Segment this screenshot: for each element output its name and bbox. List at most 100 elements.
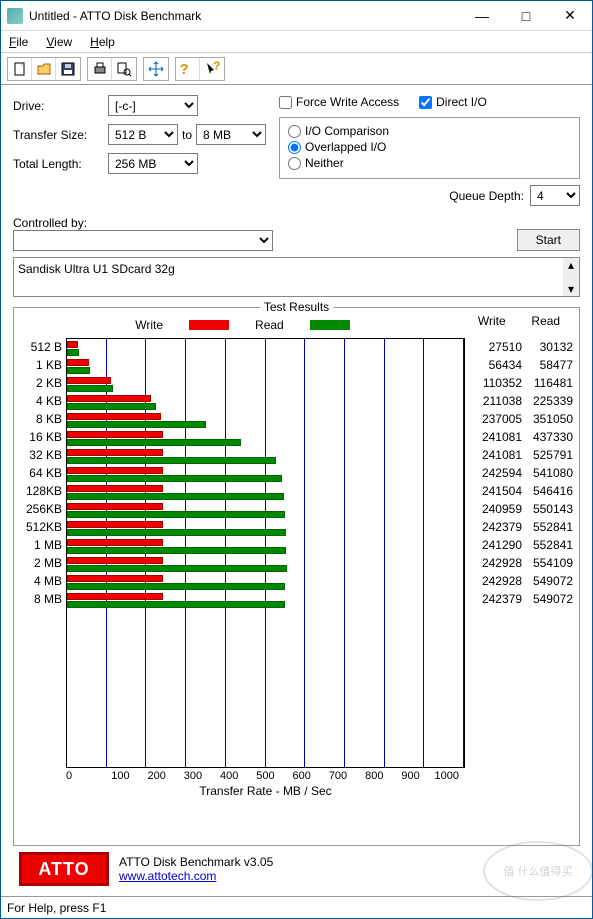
app-icon: [7, 8, 23, 24]
to-label: to: [182, 128, 192, 142]
write-bar: [67, 359, 89, 366]
read-bar: [67, 547, 286, 554]
write-bar: [67, 395, 151, 402]
menu-file[interactable]: File: [9, 35, 28, 49]
read-bar: [67, 457, 276, 464]
write-bar: [67, 485, 163, 492]
titlebar: Untitled - ATTO Disk Benchmark — □ ✕: [1, 1, 592, 31]
read-bar: [67, 583, 285, 590]
minimize-button[interactable]: —: [460, 1, 504, 30]
statusbar: For Help, press F1: [1, 896, 592, 918]
force-write-checkbox[interactable]: Force Write Access: [279, 95, 399, 109]
write-bar: [67, 557, 163, 564]
write-bar: [67, 449, 163, 456]
drive-label: Drive:: [13, 99, 108, 113]
transfer-size-from[interactable]: 512 B: [108, 124, 178, 145]
total-length-select[interactable]: 256 MB: [108, 153, 198, 174]
read-bar: [67, 403, 156, 410]
results-values: 2751030132564345847711035211648121103822…: [465, 338, 573, 839]
move-icon[interactable]: [144, 58, 168, 80]
io-mode-group: I/O Comparison Overlapped I/O Neither: [279, 117, 580, 179]
col-read: Read: [531, 314, 560, 334]
new-icon[interactable]: [8, 58, 32, 80]
io-comparison-radio[interactable]: I/O Comparison: [288, 124, 571, 138]
textarea-scrollbar[interactable]: ▴▾: [563, 258, 579, 296]
status-text: For Help, press F1: [7, 901, 106, 915]
queue-depth-label: Queue Depth:: [449, 189, 524, 203]
direct-io-checkbox[interactable]: Direct I/O: [419, 95, 487, 109]
description-textarea[interactable]: Sandisk Ultra U1 SDcard 32g ▴▾: [13, 257, 580, 297]
maximize-button[interactable]: □: [504, 1, 548, 30]
y-tick: 8 KB: [20, 410, 62, 428]
app-footer: ATTO ATTO Disk Benchmark v3.05 www.attot…: [13, 846, 580, 892]
atto-logo: ATTO: [19, 852, 109, 886]
write-bar: [67, 341, 78, 348]
controlled-by-label: Controlled by:: [13, 216, 507, 230]
y-tick: 512KB: [20, 518, 62, 536]
y-tick: 2 KB: [20, 374, 62, 392]
open-icon[interactable]: [32, 58, 56, 80]
write-bar: [67, 539, 163, 546]
chart-plot: [66, 338, 465, 768]
toolbar: ? ?: [1, 53, 592, 85]
read-bar: [67, 421, 206, 428]
overlapped-io-radio[interactable]: Overlapped I/O: [288, 140, 571, 154]
svg-text:?: ?: [213, 61, 220, 73]
read-bar: [67, 493, 284, 500]
value-row: 242379549072: [471, 590, 573, 608]
read-bar: [67, 475, 282, 482]
read-bar: [67, 367, 90, 374]
value-row: 2751030132: [471, 338, 573, 356]
start-button[interactable]: Start: [517, 229, 580, 251]
menubar: File View Help: [1, 31, 592, 53]
value-row: 242594541080: [471, 464, 573, 482]
close-button[interactable]: ✕: [548, 1, 592, 30]
value-row: 240959550143: [471, 500, 573, 518]
y-axis-labels: 512 B1 KB2 KB4 KB8 KB16 KB32 KB64 KB128K…: [20, 338, 66, 839]
website-link[interactable]: www.attotech.com: [119, 869, 216, 883]
window-controls: — □ ✕: [460, 1, 592, 30]
value-row: 241504546416: [471, 482, 573, 500]
transfer-size-to[interactable]: 8 MB: [196, 124, 266, 145]
neither-radio[interactable]: Neither: [288, 156, 571, 170]
write-bar: [67, 413, 161, 420]
drive-select[interactable]: [-c-]: [108, 95, 198, 116]
y-tick: 64 KB: [20, 464, 62, 482]
y-tick: 1 KB: [20, 356, 62, 374]
y-tick: 2 MB: [20, 554, 62, 572]
read-bar: [67, 385, 113, 392]
y-tick: 512 B: [20, 338, 62, 356]
menu-help[interactable]: Help: [90, 35, 115, 49]
value-row: 242379552841: [471, 518, 573, 536]
preview-icon[interactable]: [112, 58, 136, 80]
write-bar: [67, 377, 111, 384]
value-row: 241081525791: [471, 446, 573, 464]
value-row: 242928554109: [471, 554, 573, 572]
y-tick: 8 MB: [20, 590, 62, 608]
save-icon[interactable]: [56, 58, 80, 80]
results-legend: Test Results: [260, 300, 333, 314]
scroll-down-icon[interactable]: ▾: [568, 282, 574, 296]
context-help-icon[interactable]: ?: [200, 58, 224, 80]
controlled-by-select[interactable]: [13, 230, 273, 251]
scroll-up-icon[interactable]: ▴: [568, 258, 574, 272]
y-tick: 128KB: [20, 482, 62, 500]
read-bar: [67, 439, 241, 446]
queue-depth-select[interactable]: 4: [530, 185, 580, 206]
help-icon[interactable]: ?: [176, 58, 200, 80]
y-tick: 32 KB: [20, 446, 62, 464]
y-tick: 16 KB: [20, 428, 62, 446]
window-title: Untitled - ATTO Disk Benchmark: [29, 9, 460, 23]
print-icon[interactable]: [88, 58, 112, 80]
write-bar: [67, 431, 163, 438]
results-fieldset: Test Results Write Read Write Read 512 B…: [13, 307, 580, 846]
col-write: Write: [478, 314, 506, 334]
x-axis-ticks: 01002003004005006007008009001000: [66, 770, 465, 782]
read-bar: [67, 511, 285, 518]
value-row: 241081437330: [471, 428, 573, 446]
content-area: Drive: [-c-] Transfer Size: 512 B to 8 M…: [1, 85, 592, 896]
total-length-label: Total Length:: [13, 157, 108, 171]
write-swatch: [189, 320, 229, 330]
menu-view[interactable]: View: [46, 35, 72, 49]
value-row: 5643458477: [471, 356, 573, 374]
